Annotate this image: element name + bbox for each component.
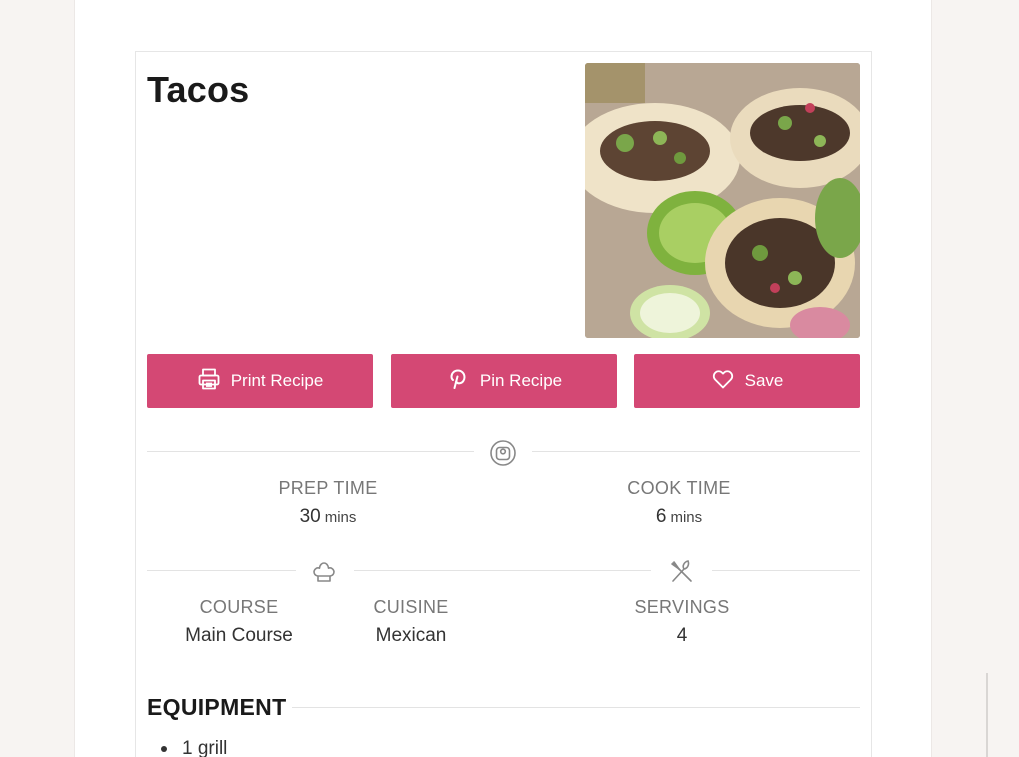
prep-time-label: PREP TIME [278,478,378,498]
divider [354,570,651,571]
cook-time: COOK TIME 6 mins [604,478,754,528]
cuisine-label: CUISINE [373,597,449,617]
bullet [161,746,167,752]
pinterest-icon [446,367,470,396]
utensils-icon [668,558,696,586]
course: COURSE Main Course [164,597,314,647]
pin-recipe-button[interactable]: Pin Recipe [391,354,617,408]
save-label: Save [744,371,784,390]
page-content: Tacos Print Recipe Pin Recipe Save PREP … [74,0,932,757]
cuisine-value: Mexican [375,625,447,646]
heart-icon [711,367,735,396]
chef-hat-icon [310,558,338,586]
recipe-card: Tacos Print Recipe Pin Recipe Save PREP … [135,51,872,757]
print-recipe-button[interactable]: Print Recipe [147,354,373,408]
print-icon [197,367,221,396]
prep-time: PREP TIME 30 mins [253,478,403,528]
divider [532,451,860,452]
divider [147,451,474,452]
scrollbar[interactable] [986,673,988,757]
servings: SERVINGS 4 [607,597,757,647]
cook-time-unit: mins [670,509,703,526]
print-recipe-label: Print Recipe [230,371,324,390]
equipment-heading: EQUIPMENT [147,694,287,720]
prep-time-value: 30 [299,506,321,527]
recipe-title: Tacos [147,69,250,110]
cook-time-label: COOK TIME [627,478,731,498]
pin-recipe-label: Pin Recipe [479,371,563,390]
prep-time-value-row: 30 mins [253,506,403,528]
divider [712,570,860,571]
equipment-item-label: 1 grill [182,738,228,757]
divider [292,707,860,708]
cook-time-value: 6 [655,506,667,527]
divider [147,570,296,571]
cook-time-value-row: 6 mins [604,506,754,528]
prep-time-unit: mins [324,509,357,526]
timer-icon [489,439,517,467]
save-button[interactable]: Save [634,354,860,408]
recipe-photo [585,63,860,338]
servings-label: SERVINGS [634,597,730,617]
cuisine: CUISINE Mexican [336,597,486,647]
course-label: COURSE [199,597,279,617]
course-value: Main Course [185,625,293,646]
servings-value: 4 [676,625,688,646]
list-item: 1 grill [161,738,227,757]
